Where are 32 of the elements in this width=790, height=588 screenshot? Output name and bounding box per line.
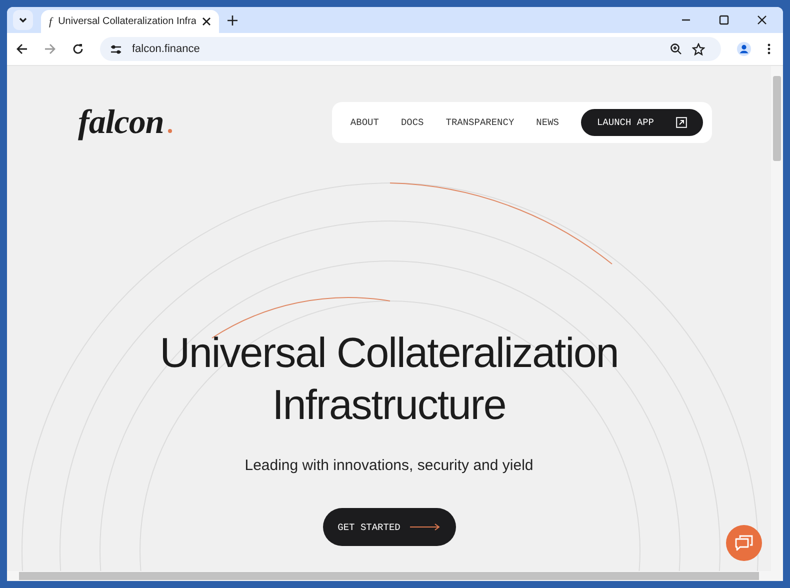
tab-search-button[interactable] [13,10,33,30]
hero-title: Universal Collateralization Infrastructure [160,328,618,430]
profile-icon[interactable] [737,42,751,56]
new-tab-icon[interactable] [227,15,238,26]
back-icon[interactable] [16,43,28,55]
nav-link[interactable]: TRANSPARENCY [446,117,514,128]
nav-link[interactable]: ABOUT [350,117,379,128]
menu-icon[interactable] [767,43,771,55]
browser-tab[interactable]: f Universal Collateralization Infra [41,10,220,33]
address-text: falcon.finance [132,43,200,55]
maximize-icon[interactable] [719,15,729,25]
close-icon[interactable] [757,15,767,25]
chat-bubbles-icon [735,535,753,551]
close-icon[interactable] [202,17,212,26]
reload-icon[interactable] [72,43,84,55]
hero-subtitle: Leading with innovations, security and yield [244,457,534,474]
zoom-icon[interactable] [670,43,682,55]
chat-button[interactable] [726,525,762,561]
chevron-down-icon [18,15,28,25]
external-link-icon [676,117,687,128]
address-bar[interactable]: falcon.finance [100,37,721,61]
launch-app-button[interactable]: LAUNCH APP [580,109,703,136]
site-settings-icon[interactable] [110,44,122,54]
get-started-button[interactable]: GET STARTED [322,508,456,546]
tab-title: Universal Collateralization Infra [58,16,196,27]
falcon-logo[interactable]: falcon [78,104,172,142]
arrow-right-icon [410,523,440,531]
favicon: f [49,16,52,28]
nav-link[interactable]: DOCS [400,117,424,128]
forward-icon[interactable] [44,43,56,55]
star-icon[interactable] [692,42,705,56]
nav-link[interactable]: NEWS [536,117,559,128]
